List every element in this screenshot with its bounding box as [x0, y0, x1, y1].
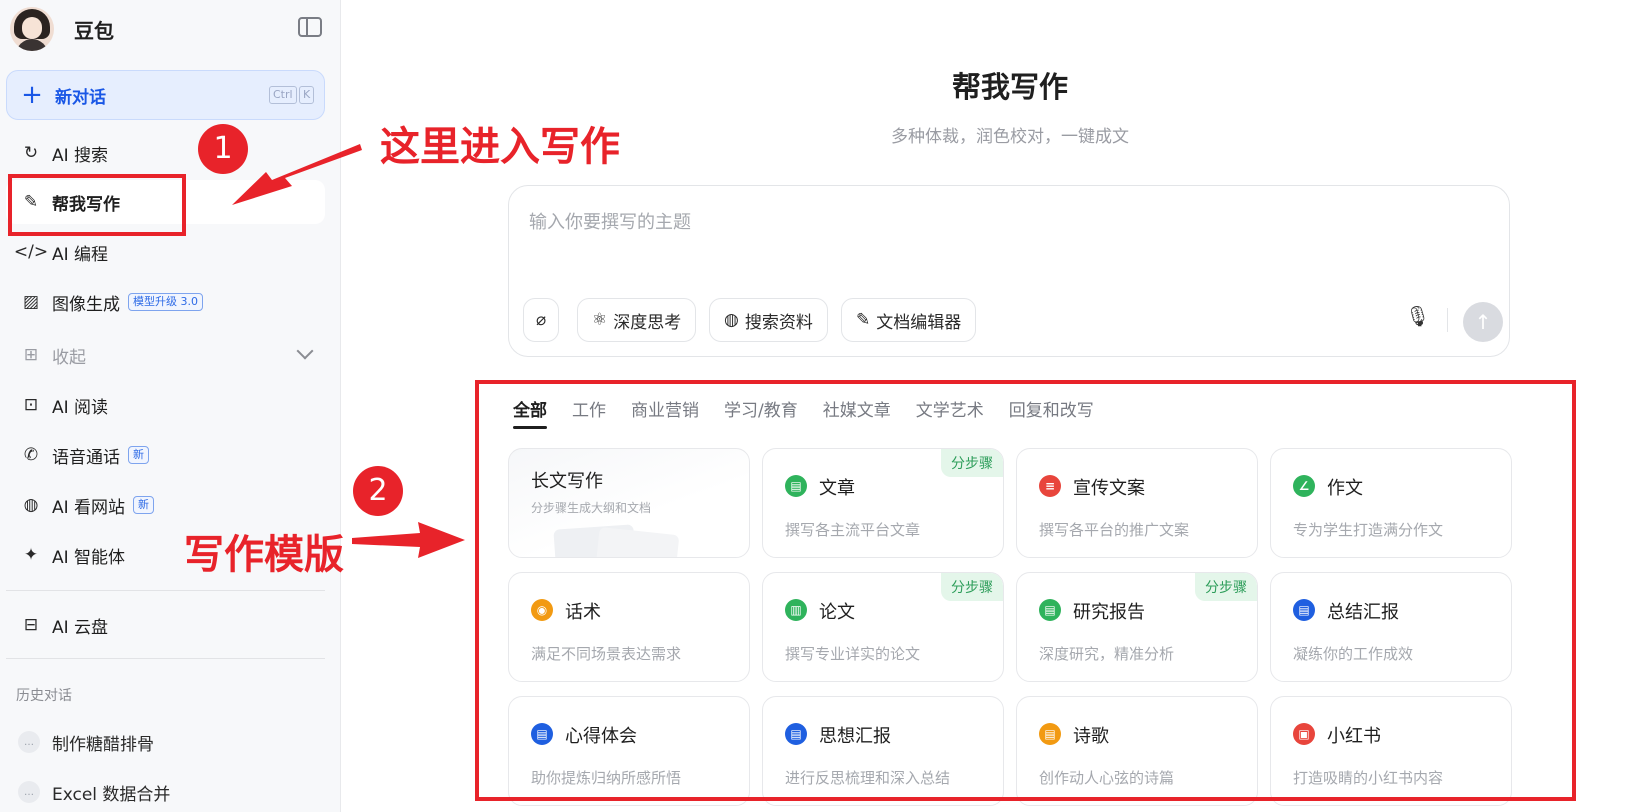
brand-name: 豆包 [74, 18, 114, 43]
model-upgrade-badge: 模型升级 3.0 [128, 293, 203, 311]
history-item[interactable]: … 制作糖醋排骨 [18, 727, 154, 757]
sidebar-item-label: 语音通话 [52, 447, 120, 468]
divider [1447, 308, 1448, 332]
sidebar-item-ai-read[interactable]: ⊡ AI 阅读 [6, 383, 325, 427]
paperclip-icon: ⌀ [536, 310, 547, 330]
sidebar-item-image-gen[interactable]: ▨ 图像生成 模型升级 3.0 [6, 280, 325, 324]
step-number-2: 2 [353, 466, 403, 516]
new-badge: 新 [133, 496, 155, 514]
sidebar-item-label: AI 搜索 [52, 145, 109, 166]
annotation-writing-templates: 写作模版 [184, 532, 344, 578]
history-item-label: 制作糖醋排骨 [52, 734, 154, 755]
sidebar-item-ai-web[interactable]: ◍ AI 看网站 新 [6, 483, 325, 527]
sidebar-item-label: AI 云盘 [52, 617, 109, 638]
kbd-ctrl: Ctrl [269, 86, 297, 104]
divider [6, 590, 325, 591]
chevron-down-icon [296, 342, 314, 360]
sidebar-item-label: 图像生成 [52, 294, 120, 315]
new-chat-label: 新对话 [55, 87, 106, 108]
apps-icon: ⊞ [23, 345, 39, 365]
image-icon: ▨ [22, 292, 40, 312]
doc-editor-label: 文档编辑器 [876, 312, 962, 333]
read-icon: ⊡ [23, 395, 39, 415]
sidebar-item-label: AI 看网站 [52, 497, 126, 518]
sidebar-item-ai-search[interactable]: ↻ AI 搜索 [6, 131, 325, 175]
attach-button[interactable]: ⌀ [523, 298, 560, 342]
sidebar-item-collapse[interactable]: ⊞ 收起 [6, 333, 325, 377]
history-item-label: Excel 数据合并 [52, 784, 171, 805]
sidebar-item-ai-cloud[interactable]: ⊟ AI 云盘 [6, 603, 325, 647]
globe-icon: ◍ [724, 310, 739, 330]
plus-icon: + [21, 80, 43, 110]
sidebar-item-label: AI 编程 [52, 244, 109, 265]
new-badge: 新 [128, 446, 149, 464]
chat-bubble-icon: … [18, 781, 40, 803]
sidebar-item-label: 收起 [52, 347, 86, 368]
sidebar-item-ai-coding[interactable]: </> AI 编程 [6, 230, 325, 274]
search-data-label: 搜索资料 [744, 312, 813, 333]
avatar[interactable] [10, 7, 54, 51]
brand: 豆包 [10, 6, 114, 52]
cloud-drive-icon: ⊟ [23, 615, 39, 635]
composer[interactable]: 输入你要撰写的主题 ⌀ ⚛ 深度思考 ◍ 搜索资料 ✎ 文档编辑器 🎙 ↑ [508, 185, 1510, 357]
step-number-1: 1 [198, 124, 248, 174]
history-title: 历史对话 [16, 688, 72, 704]
edit-doc-icon: ✎ [856, 310, 871, 330]
sidebar-item-voice-call[interactable]: ✆ 语音通话 新 [6, 433, 325, 477]
sidebar-toggle-icon[interactable] [298, 17, 322, 37]
phone-icon: ✆ [23, 445, 39, 465]
sidebar-item-label: AI 智能体 [52, 547, 126, 568]
search-icon: ↻ [23, 143, 39, 163]
divider [6, 658, 325, 659]
history-item[interactable]: … Excel 数据合并 [18, 777, 170, 807]
topic-input[interactable]: 输入你要撰写的主题 [529, 208, 691, 234]
sparkle-icon: ✦ [23, 545, 39, 565]
doc-editor-button[interactable]: ✎ 文档编辑器 [841, 298, 977, 342]
deep-think-button[interactable]: ⚛ 深度思考 [577, 298, 697, 342]
send-button[interactable]: ↑ [1463, 302, 1503, 342]
search-data-button[interactable]: ◍ 搜索资料 [709, 298, 828, 342]
deep-think-label: 深度思考 [613, 312, 682, 333]
chat-bubble-icon: … [18, 731, 40, 753]
new-chat-button[interactable]: + 新对话 Ctrl K [6, 70, 325, 120]
page-title: 帮我写作 [951, 70, 1068, 104]
arrow-to-templates [352, 522, 465, 558]
atom-icon: ⚛ [592, 310, 608, 330]
sidebar: 豆包 + 新对话 Ctrl K ↻ AI 搜索 ✎ 帮我写作 </> AI 编程… [0, 0, 341, 812]
annotation-enter-writing: 这里进入写作 [380, 124, 620, 170]
globe-icon: ◍ [23, 495, 39, 515]
highlight-box-write [8, 174, 186, 236]
page-subtitle: 多种体裁，润色校对，一键成文 [891, 127, 1129, 147]
app-window: 豆包 + 新对话 Ctrl K ↻ AI 搜索 ✎ 帮我写作 </> AI 编程… [0, 0, 1629, 812]
sidebar-item-label: AI 阅读 [52, 397, 109, 418]
kbd-k: K [299, 86, 315, 104]
microphone-icon[interactable]: 🎙 [1405, 304, 1430, 334]
code-icon: </> [13, 242, 49, 262]
highlight-box-templates [475, 380, 1576, 801]
